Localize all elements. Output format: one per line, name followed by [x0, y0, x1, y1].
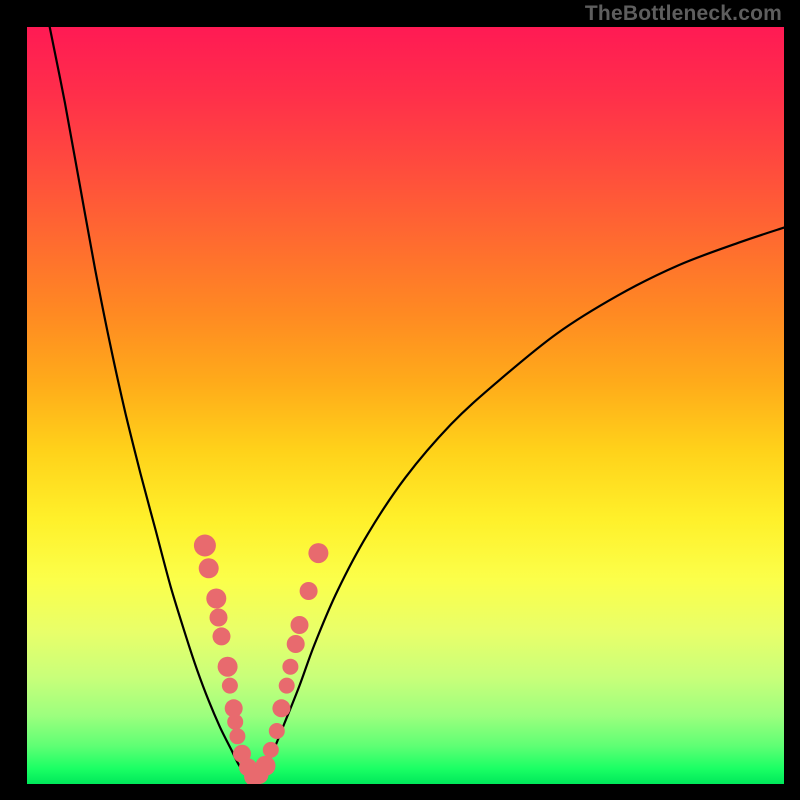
data-marker [308, 543, 328, 563]
data-marker [199, 558, 219, 578]
curve-layer [27, 27, 784, 784]
data-marker [291, 616, 309, 634]
data-marker [229, 728, 245, 744]
data-marker [256, 756, 276, 776]
data-marker [218, 657, 238, 677]
data-marker [282, 659, 298, 675]
data-marker [222, 678, 238, 694]
data-marker [213, 627, 231, 645]
plot-area [27, 27, 784, 784]
data-marker [287, 635, 305, 653]
data-marker [300, 582, 318, 600]
data-marker [194, 535, 216, 557]
data-marker [227, 714, 243, 730]
data-marker [263, 742, 279, 758]
right-branch-curve [254, 228, 784, 781]
data-marker [269, 723, 285, 739]
data-marker [206, 589, 226, 609]
chart-frame: TheBottleneck.com [0, 0, 800, 800]
data-marker [210, 609, 228, 627]
data-marker [272, 699, 290, 717]
watermark-text: TheBottleneck.com [585, 2, 782, 26]
data-marker [279, 678, 295, 694]
